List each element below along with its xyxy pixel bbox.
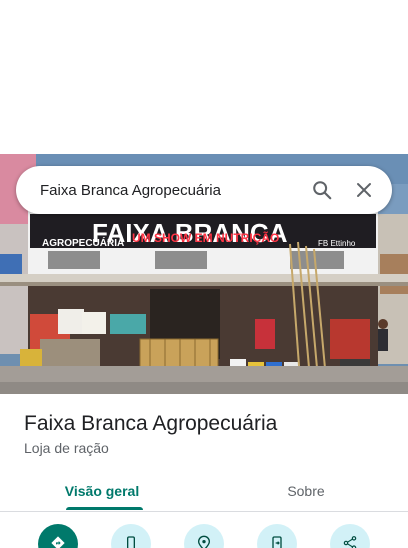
place-title: Faixa Branca Agropecuária [24, 412, 278, 435]
search-bar[interactable]: Faixa Branca Agropecuária [16, 166, 392, 214]
save-location-icon [197, 535, 211, 548]
save-button[interactable] [184, 524, 224, 548]
directions-button[interactable] [38, 524, 78, 548]
sign-right-text: FB Ettinho [318, 239, 356, 248]
map-blank-area [0, 0, 408, 154]
directions-icon [51, 536, 65, 548]
share-button[interactable] [330, 524, 370, 548]
sign-left-text: AGROPECUÁRIA [42, 236, 124, 249]
tab-indicator [66, 507, 143, 510]
search-button[interactable] [302, 170, 342, 210]
action-bar [0, 524, 408, 548]
call-button[interactable] [111, 524, 151, 548]
send-to-phone-icon [272, 536, 282, 548]
close-button[interactable] [342, 170, 386, 210]
close-icon [357, 183, 371, 197]
place-category: Loja de ração [24, 440, 109, 456]
share-icon [343, 536, 357, 548]
sign-slogan-text: UM SHOW EM NUTRIÇÃO [132, 230, 279, 245]
search-icon [313, 181, 332, 200]
tab-bar: Visão geral Sobre [0, 470, 408, 512]
tab-about[interactable]: Sobre [204, 470, 408, 512]
tab-overview[interactable]: Visão geral [0, 470, 204, 512]
search-input[interactable]: Faixa Branca Agropecuária [16, 182, 302, 199]
send-to-phone-button[interactable] [257, 524, 297, 548]
phone-icon [127, 536, 135, 548]
